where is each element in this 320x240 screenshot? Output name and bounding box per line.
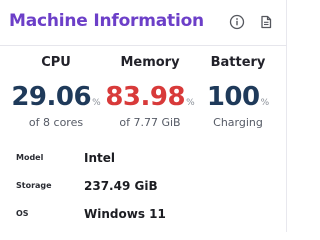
cpu-metric: CPU 29.06% of 8 cores xyxy=(10,54,102,130)
memory-value: 83.98% xyxy=(104,81,196,113)
detail-value: Intel xyxy=(84,151,115,165)
battery-unit: % xyxy=(260,98,270,108)
card-header: Machine Information xyxy=(0,0,287,46)
cpu-percent: 29.06 xyxy=(11,82,92,112)
detail-key: Storage xyxy=(16,181,52,190)
detail-key: Model xyxy=(16,153,44,162)
document-icon[interactable] xyxy=(258,14,274,30)
battery-status: Charging xyxy=(213,116,263,129)
memory-percent: 83.98 xyxy=(105,82,186,112)
battery-value: 100% xyxy=(192,81,284,113)
memory-metric: Memory 83.98% of 7.77 GiB xyxy=(104,54,196,130)
info-icon[interactable] xyxy=(229,14,245,30)
cpu-value: 29.06% xyxy=(10,81,102,113)
card-title: Machine Information xyxy=(9,11,204,31)
memory-total: of 7.77 GiB xyxy=(119,116,181,129)
detail-key: OS xyxy=(16,209,29,218)
memory-label: Memory xyxy=(120,55,180,70)
machine-information-card: Machine Information CPU 29.06% of 8 core… xyxy=(0,0,287,232)
battery-metric: Battery 100% Charging xyxy=(192,54,284,130)
detail-value: Windows 11 xyxy=(84,207,166,221)
cpu-label: CPU xyxy=(41,55,71,70)
cpu-unit: % xyxy=(92,98,101,108)
detail-row-os: OS Windows 11 xyxy=(0,200,287,228)
battery-label: Battery xyxy=(210,55,266,70)
battery-percent: 100 xyxy=(206,82,260,112)
detail-value: 237.49 GiB xyxy=(84,179,158,193)
cpu-cores: of 8 cores xyxy=(28,116,84,129)
detail-row-model: Model Intel xyxy=(0,144,287,172)
detail-row-storage: Storage 237.49 GiB xyxy=(0,172,287,200)
